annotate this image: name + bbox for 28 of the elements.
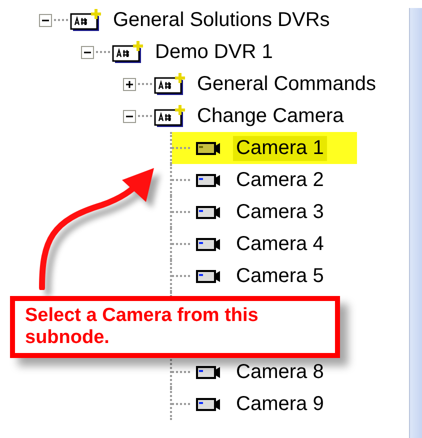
folder-icon xyxy=(154,72,188,96)
camera-icon xyxy=(196,174,221,186)
collapse-icon[interactable] xyxy=(38,14,52,26)
callout-note: Select a Camera from this subnode. xyxy=(10,296,340,358)
collapse-icon[interactable] xyxy=(122,110,136,122)
tree-item[interactable]: Change Camera xyxy=(194,104,347,128)
tree-item[interactable]: Camera 2 xyxy=(233,168,327,192)
tree-item[interactable]: Camera 9 xyxy=(233,392,327,416)
folder-icon xyxy=(154,104,188,128)
camera-icon xyxy=(196,398,221,410)
tree-item[interactable]: Camera 5 xyxy=(233,264,327,288)
collapse-icon[interactable] xyxy=(80,46,94,58)
tree-item[interactable]: Camera 8 xyxy=(233,360,327,384)
tree-item[interactable]: Camera 3 xyxy=(233,200,327,224)
camera-icon xyxy=(196,206,221,218)
camera-icon xyxy=(196,142,221,154)
folder-icon xyxy=(112,40,146,64)
expand-icon[interactable] xyxy=(122,78,136,90)
tree-item[interactable]: Demo DVR 1 xyxy=(152,40,276,64)
camera-icon xyxy=(196,238,221,250)
tree-item[interactable]: General Solutions DVRs xyxy=(110,8,333,32)
scrollbar[interactable] xyxy=(409,8,422,438)
tree-item[interactable]: General Commands xyxy=(194,72,379,96)
folder-icon xyxy=(70,8,104,32)
tree-item[interactable]: Camera 1 xyxy=(233,136,327,160)
camera-icon xyxy=(196,366,221,378)
camera-icon xyxy=(196,270,221,282)
tree-item[interactable]: Camera 4 xyxy=(233,232,327,256)
